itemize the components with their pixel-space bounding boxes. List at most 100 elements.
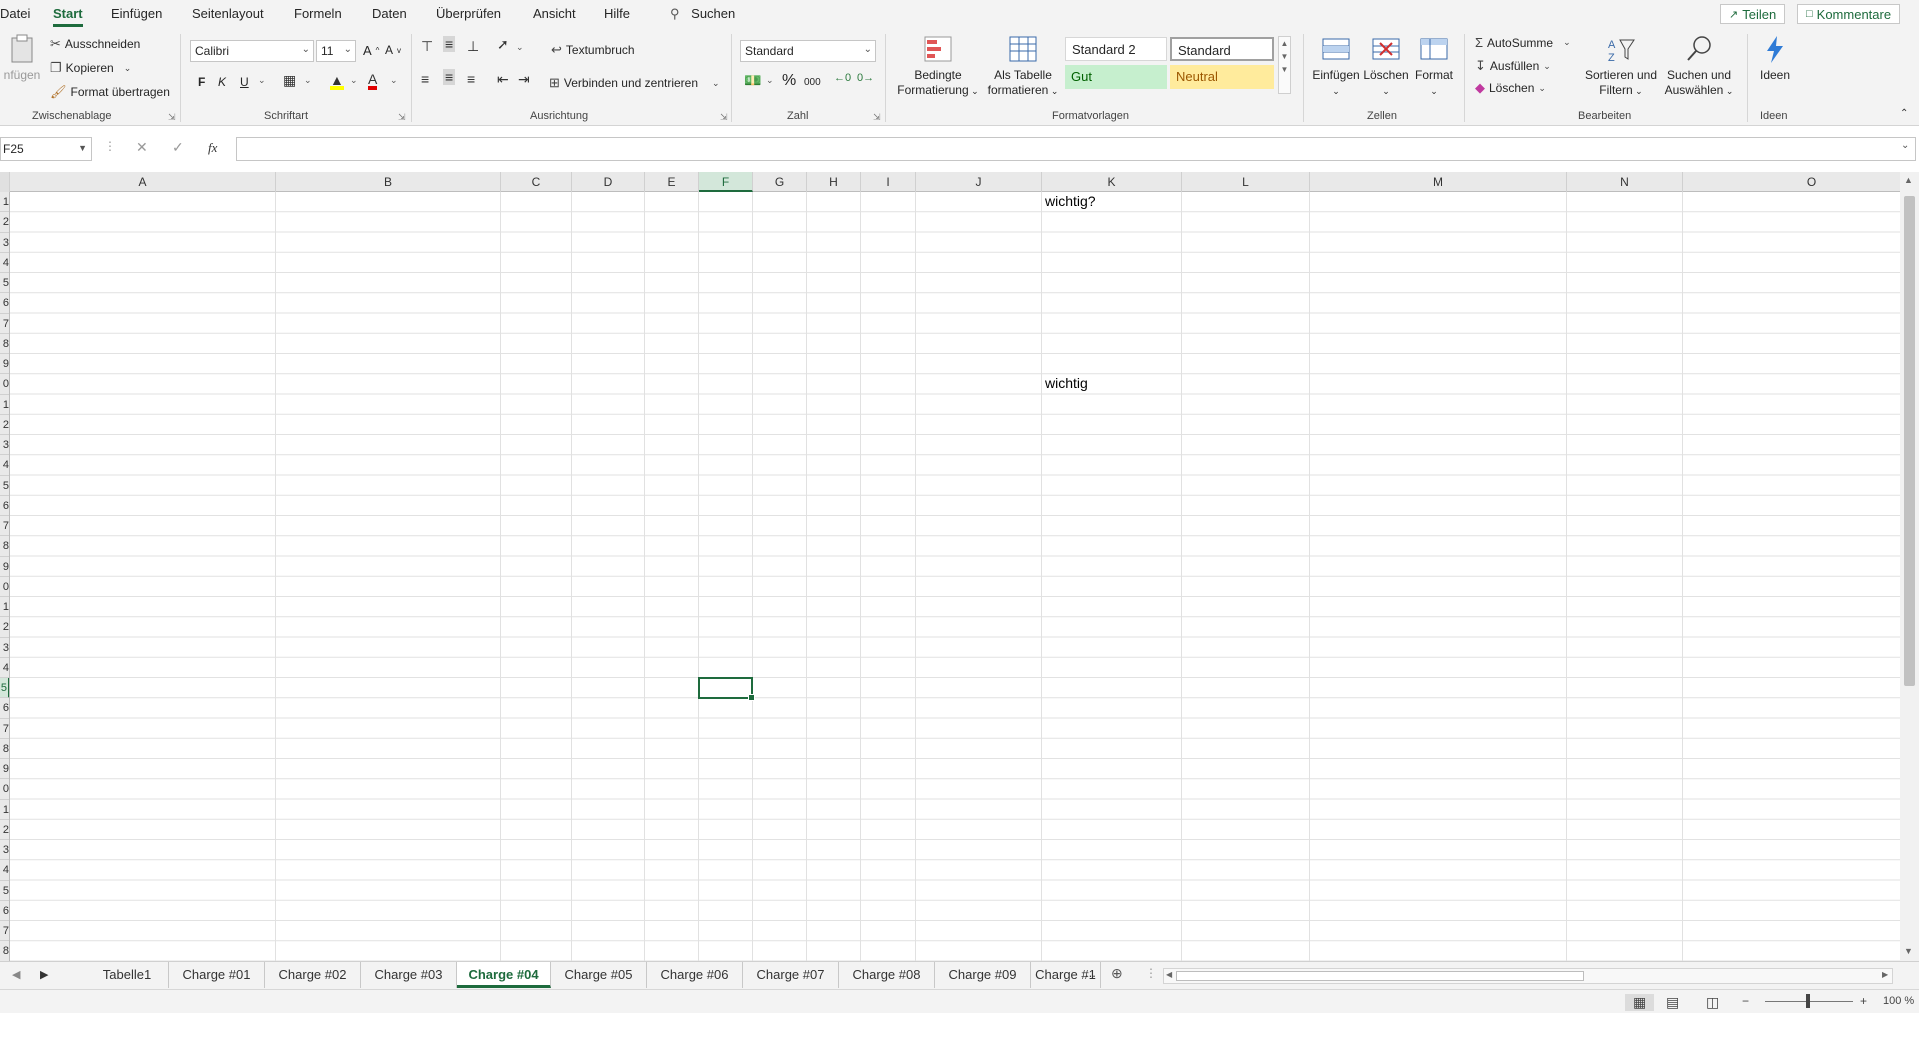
merge-center-button[interactable]: ⊞ Verbinden und zentrieren ⌄: [549, 75, 720, 91]
chevron-down-icon[interactable]: ⌄: [390, 75, 398, 86]
horizontal-scroll-thumb[interactable]: [1176, 971, 1584, 981]
add-sheet-icon[interactable]: ⊕: [1111, 965, 1123, 982]
align-middle-icon[interactable]: ≡: [443, 36, 456, 52]
row-header[interactable]: 7: [0, 921, 9, 942]
row-header[interactable]: 0: [0, 779, 9, 800]
zoom-in-button[interactable]: +: [1860, 994, 1867, 1008]
column-header-o[interactable]: O: [1683, 172, 1900, 192]
chevron-down-icon[interactable]: ⌄: [304, 75, 312, 86]
conditional-format-button[interactable]: Bedingte Formatierung ⌄: [893, 34, 983, 99]
row-header[interactable]: 4: [0, 658, 9, 678]
format-painter-button[interactable]: 🖌 Format übertragen: [50, 84, 170, 100]
column-header-b[interactable]: B: [276, 172, 501, 192]
delete-cells-button[interactable]: Löschen ⌄: [1362, 34, 1410, 99]
scroll-up-icon[interactable]: ▲: [1904, 175, 1913, 185]
number-format-dropdown[interactable]: Standard ⌄: [740, 40, 876, 62]
column-header-d[interactable]: D: [572, 172, 645, 192]
row-header[interactable]: 7: [0, 516, 9, 537]
styles-scroll[interactable]: ▲ ▼ ▼: [1278, 36, 1291, 94]
tab-prev-icon[interactable]: ◀: [12, 968, 20, 981]
autosum-button[interactable]: Σ AutoSumme ⌄: [1475, 35, 1571, 50]
shrink-font-button[interactable]: Av: [385, 43, 401, 57]
sheet-tab[interactable]: Charge #08: [839, 962, 935, 988]
row-header[interactable]: 1: [0, 597, 9, 618]
row-header[interactable]: 2: [0, 820, 9, 840]
scroll-down-icon[interactable]: ▼: [1904, 946, 1913, 956]
row-header[interactable]: 2: [0, 212, 9, 233]
menu-datei[interactable]: Datei: [0, 6, 30, 21]
font-size-dropdown[interactable]: 11 ⌄: [316, 40, 356, 62]
decimal-decrease-icon[interactable]: 0→: [857, 72, 874, 84]
column-header-g[interactable]: G: [753, 172, 807, 192]
menu-ansicht[interactable]: Ansicht: [533, 6, 576, 21]
search-box[interactable]: ⚲ Suchen: [670, 6, 735, 22]
style-gut[interactable]: Gut: [1065, 65, 1167, 89]
row-header[interactable]: 9: [0, 557, 9, 577]
row-header[interactable]: 1: [0, 395, 9, 415]
thousands-button[interactable]: 000: [804, 77, 821, 88]
insert-cells-button[interactable]: Einfügen ⌄: [1310, 34, 1362, 99]
row-header[interactable]: 6: [0, 293, 9, 314]
normal-view-icon[interactable]: ▦: [1625, 994, 1655, 1011]
dialog-launcher-icon[interactable]: ⇲: [398, 112, 406, 123]
align-left-icon[interactable]: ≡: [421, 71, 429, 87]
orientation-icon[interactable]: ➚: [497, 36, 509, 53]
row-header[interactable]: 2: [0, 617, 9, 638]
cancel-icon[interactable]: ✕: [136, 139, 148, 156]
column-header-j[interactable]: J: [916, 172, 1042, 192]
row-header[interactable]: 6: [0, 698, 9, 719]
row-header[interactable]: 7: [0, 314, 9, 334]
column-header-i[interactable]: I: [861, 172, 916, 192]
menu-einfuegen[interactable]: Einfügen: [111, 6, 162, 21]
row-header[interactable]: 9: [0, 759, 9, 780]
vertical-scrollbar[interactable]: ▲ ▼: [1900, 172, 1919, 961]
row-header[interactable]: 3: [0, 638, 9, 658]
menu-ueberpruefen[interactable]: Überprüfen: [436, 6, 501, 21]
paste-button[interactable]: nfügen: [0, 34, 44, 83]
row-header[interactable]: 8: [0, 536, 9, 557]
tab-more[interactable]: ...: [1085, 965, 1096, 980]
chevron-down-icon[interactable]: ⌄: [516, 42, 524, 53]
font-name-dropdown[interactable]: Calibri ⌄: [190, 40, 314, 62]
row-header[interactable]: 0: [0, 374, 9, 395]
row-header[interactable]: 8: [0, 334, 9, 354]
sheet-tab[interactable]: Charge #09: [935, 962, 1031, 988]
decimal-increase-icon[interactable]: ←0: [834, 72, 851, 84]
find-select-button[interactable]: Suchen und Auswählen ⌄: [1660, 34, 1738, 99]
row-header[interactable]: 8: [0, 941, 9, 961]
menu-hilfe[interactable]: Hilfe: [604, 6, 630, 21]
chevron-down-icon[interactable]: ⌄: [350, 75, 358, 86]
share-button[interactable]: ↗ Teilen: [1720, 4, 1786, 24]
row-header[interactable]: 3: [0, 840, 9, 861]
align-center-icon[interactable]: ≡: [443, 69, 456, 85]
cell-area[interactable]: wichtig? wichtig: [10, 192, 1900, 961]
select-all-corner[interactable]: [0, 172, 10, 192]
row-header[interactable]: 9: [0, 354, 9, 375]
fill-button[interactable]: ↧ Ausfüllen ⌄: [1475, 58, 1551, 74]
chevron-down-icon[interactable]: ⌄: [766, 75, 774, 86]
cell-k10[interactable]: wichtig: [1045, 375, 1088, 391]
clear-button[interactable]: ◆ Löschen ⌄: [1475, 80, 1546, 96]
collapse-ribbon-icon[interactable]: ⌃: [1900, 108, 1908, 119]
zoom-slider-thumb[interactable]: [1806, 994, 1810, 1008]
sheet-tab[interactable]: Charge #01: [169, 962, 265, 988]
row-header[interactable]: 4: [0, 253, 9, 273]
align-top-icon[interactable]: ⊤: [421, 38, 433, 55]
percent-button[interactable]: %: [782, 72, 796, 90]
indent-increase-icon[interactable]: ⇥: [518, 71, 530, 88]
dialog-launcher-icon[interactable]: ⇲: [720, 112, 728, 123]
dialog-launcher-icon[interactable]: ⇲: [873, 112, 881, 123]
sheet-tab[interactable]: Charge #05: [551, 962, 647, 988]
zoom-out-button[interactable]: −: [1742, 994, 1749, 1008]
column-header-k[interactable]: K: [1042, 172, 1182, 192]
row-header[interactable]: 3: [0, 233, 9, 253]
ideas-button[interactable]: Ideen: [1755, 34, 1795, 83]
formula-input[interactable]: ⌄: [236, 137, 1916, 161]
active-cell-outline[interactable]: [698, 677, 755, 702]
row-header[interactable]: 4: [0, 860, 9, 881]
fill-color-icon[interactable]: ▲: [330, 72, 344, 90]
align-right-icon[interactable]: ≡: [467, 71, 475, 87]
column-header-n[interactable]: N: [1567, 172, 1683, 192]
page-break-view-icon[interactable]: ◫: [1706, 994, 1719, 1011]
copy-button[interactable]: ❐ Kopieren ⌄: [50, 60, 131, 76]
